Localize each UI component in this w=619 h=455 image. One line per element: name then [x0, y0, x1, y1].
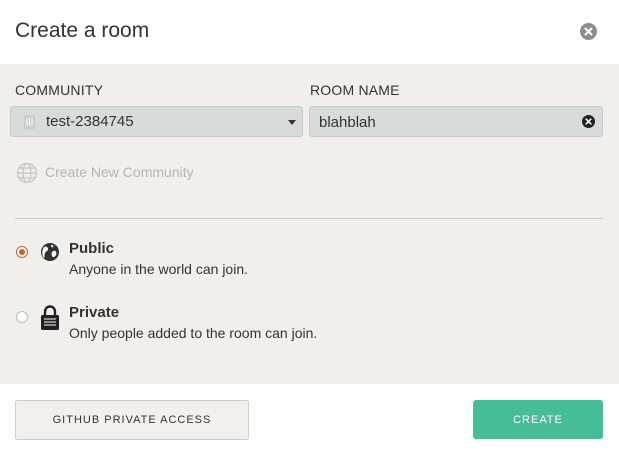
github-private-access-button[interactable]: GITHUB PRIVATE ACCESS — [15, 400, 249, 440]
dialog-footer: GITHUB PRIVATE ACCESS CREATE — [0, 384, 619, 455]
visibility-option-public[interactable]: Public Anyone in the world can join. — [0, 240, 619, 290]
clear-room-name-button[interactable] — [582, 115, 595, 128]
private-radio[interactable] — [16, 311, 28, 323]
earth-icon — [41, 243, 59, 261]
close-button[interactable] — [580, 23, 597, 40]
public-radio[interactable] — [16, 246, 28, 258]
dialog-header: Create a room — [0, 0, 619, 64]
lock-icon — [41, 305, 59, 330]
globe-icon — [16, 162, 38, 184]
private-description: Only people added to the room can join. — [69, 325, 318, 341]
chevron-down-icon — [288, 120, 296, 125]
public-title: Public — [69, 240, 115, 257]
section-divider — [15, 218, 603, 219]
create-button[interactable]: CREATE — [473, 400, 603, 439]
room-name-field-wrapper — [309, 106, 603, 137]
community-select-value: test-2384745 — [46, 113, 134, 130]
visibility-option-private[interactable]: Private Only people added to the room ca… — [0, 304, 619, 354]
community-select[interactable]: test-2384745 — [10, 106, 303, 137]
community-label: COMMUNITY — [15, 82, 104, 98]
community-avatar-icon — [24, 115, 35, 129]
clear-icon — [585, 118, 592, 125]
private-title: Private — [69, 304, 120, 321]
create-new-community-label: Create New Community — [45, 164, 194, 180]
public-description: Anyone in the world can join. — [69, 261, 248, 277]
dialog-body: COMMUNITY ROOM NAME test-2384745 blahbla… — [0, 64, 619, 384]
create-room-dialog: Create a room COMMUNITY ROOM NAME test-2… — [0, 0, 619, 455]
room-name-label: ROOM NAME — [310, 82, 400, 98]
close-icon — [584, 27, 593, 36]
room-name-input[interactable] — [319, 111, 569, 133]
dialog-title: Create a room — [15, 19, 150, 42]
